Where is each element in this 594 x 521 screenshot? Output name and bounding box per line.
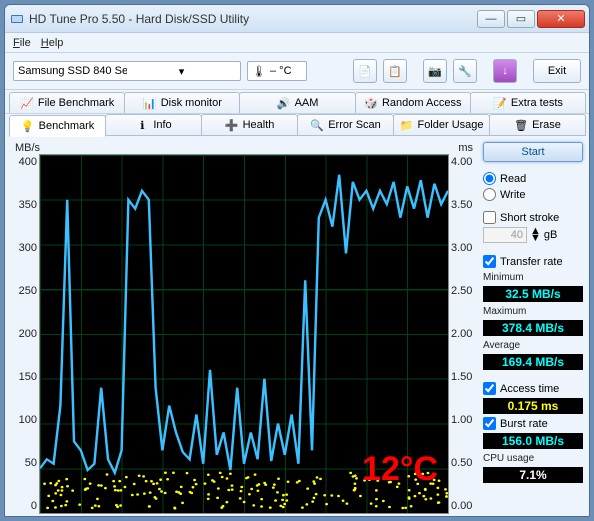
tab-file-benchmark[interactable]: 📈File Benchmark <box>9 92 125 113</box>
close-button[interactable]: ✕ <box>537 10 585 28</box>
drive-select-text: Samsung SSD 840 Series (120 gB) <box>18 65 127 77</box>
burst-rate-check[interactable]: Burst rate <box>483 417 583 430</box>
bulb-icon: 💡 <box>21 119 35 133</box>
tab-info[interactable]: ℹInfo <box>105 114 202 136</box>
temperature-overlay: 12°C <box>362 450 438 489</box>
y-right-label: ms <box>458 142 473 154</box>
maximize-button[interactable]: ▭ <box>507 10 535 28</box>
menubar: File Help <box>5 33 589 53</box>
tab-health[interactable]: ➕Health <box>201 114 298 136</box>
write-radio[interactable]: Write <box>483 188 583 201</box>
tab-folder-usage[interactable]: 📁Folder Usage <box>393 114 490 136</box>
search-icon: 🔍 <box>310 118 324 132</box>
side-panel: Start Read Write Short stroke 40 ▲▼ gB T… <box>483 142 583 517</box>
copy-info-button[interactable]: 📄 <box>353 59 377 83</box>
short-stroke-input[interactable]: 40 ▲▼ gB <box>483 227 583 243</box>
minimum-label: Minimum <box>483 272 583 283</box>
tab-aam[interactable]: 🔊AAM <box>239 92 355 113</box>
thermometer-icon: 🌡 <box>252 64 266 78</box>
minimize-to-tray-button[interactable]: ↓ <box>493 59 517 83</box>
x-axis: 01224364860728496108120gB <box>11 514 477 517</box>
tab-benchmark[interactable]: 💡Benchmark <box>9 115 106 137</box>
chart-panel: MB/s ms 400350300250200150100500 12°C 4.… <box>11 142 477 517</box>
read-radio[interactable]: Read <box>483 172 583 185</box>
benchmark-plot: 12°C <box>39 154 449 514</box>
maximum-label: Maximum <box>483 306 583 317</box>
menu-file[interactable]: File <box>13 37 31 49</box>
menu-help[interactable]: Help <box>41 37 64 49</box>
start-button[interactable]: Start <box>483 142 583 162</box>
health-icon: ➕ <box>225 118 239 132</box>
copy-screenshot-button[interactable]: 📋 <box>383 59 407 83</box>
y-axis-right: 4.003.503.002.502.001.501.000.500.00 <box>449 154 477 514</box>
tab-error-scan[interactable]: 🔍Error Scan <box>297 114 394 136</box>
chevron-down-icon: ▾ <box>127 64 236 78</box>
tabs-row-2: 💡Benchmark ℹInfo ➕Health 🔍Error Scan 📁Fo… <box>5 114 589 136</box>
cpu-usage-label: CPU usage <box>483 453 583 464</box>
folder-icon: 📁 <box>399 118 413 132</box>
tab-extra-tests[interactable]: 📝Extra tests <box>470 92 586 113</box>
clipboard-icon: 📋 <box>388 64 402 78</box>
screenshot-button[interactable]: 📷 <box>423 59 447 83</box>
extra-icon: 📝 <box>493 96 507 110</box>
app-icon <box>9 11 25 27</box>
transfer-rate-check[interactable]: Transfer rate <box>483 255 583 268</box>
exit-button[interactable]: Exit <box>533 59 581 83</box>
tab-random-access[interactable]: 🎲Random Access <box>355 92 471 113</box>
window-title: HD Tune Pro 5.50 - Hard Disk/SSD Utility <box>29 12 477 26</box>
monitor-icon: 📊 <box>143 96 157 110</box>
content-area: MB/s ms 400350300250200150100500 12°C 4.… <box>5 136 589 517</box>
options-button[interactable]: 🔧 <box>453 59 477 83</box>
toolbar: Samsung SSD 840 Series (120 gB) ▾ 🌡 – °C… <box>5 53 589 90</box>
app-window: HD Tune Pro 5.50 - Hard Disk/SSD Utility… <box>4 4 590 517</box>
temperature-display: 🌡 – °C <box>247 61 307 81</box>
trash-icon: 🗑 <box>514 118 528 132</box>
minimum-value: 32.5 MB/s <box>483 286 583 302</box>
tab-erase[interactable]: 🗑Erase <box>489 114 586 136</box>
average-value: 169.4 MB/s <box>483 354 583 370</box>
minimize-button[interactable]: — <box>477 10 505 28</box>
average-label: Average <box>483 340 583 351</box>
maximum-value: 378.4 MB/s <box>483 320 583 336</box>
info-icon: ℹ <box>135 118 149 132</box>
y-axis-left: 400350300250200150100500 <box>11 154 39 514</box>
short-stroke-check[interactable]: Short stroke <box>483 211 583 224</box>
camera-icon: 📷 <box>428 64 442 78</box>
drive-select[interactable]: Samsung SSD 840 Series (120 gB) ▾ <box>13 61 241 81</box>
cpu-usage-value: 7.1% <box>483 467 583 483</box>
wrench-icon: 🔧 <box>458 64 472 78</box>
temperature-text: – °C <box>270 65 292 77</box>
titlebar[interactable]: HD Tune Pro 5.50 - Hard Disk/SSD Utility… <box>5 5 589 33</box>
y-left-label: MB/s <box>15 142 40 154</box>
burst-rate-value: 156.0 MB/s <box>483 433 583 449</box>
random-icon: 🎲 <box>364 96 378 110</box>
tabs-row-1: 📈File Benchmark 📊Disk monitor 🔊AAM 🎲Rand… <box>5 90 589 114</box>
access-time-check[interactable]: Access time <box>483 382 583 395</box>
tab-disk-monitor[interactable]: 📊Disk monitor <box>124 92 240 113</box>
access-time-value: 0.175 ms <box>483 398 583 414</box>
speaker-icon: 🔊 <box>277 96 291 110</box>
file-bench-icon: 📈 <box>20 96 34 110</box>
copy-icon: 📄 <box>358 64 372 78</box>
